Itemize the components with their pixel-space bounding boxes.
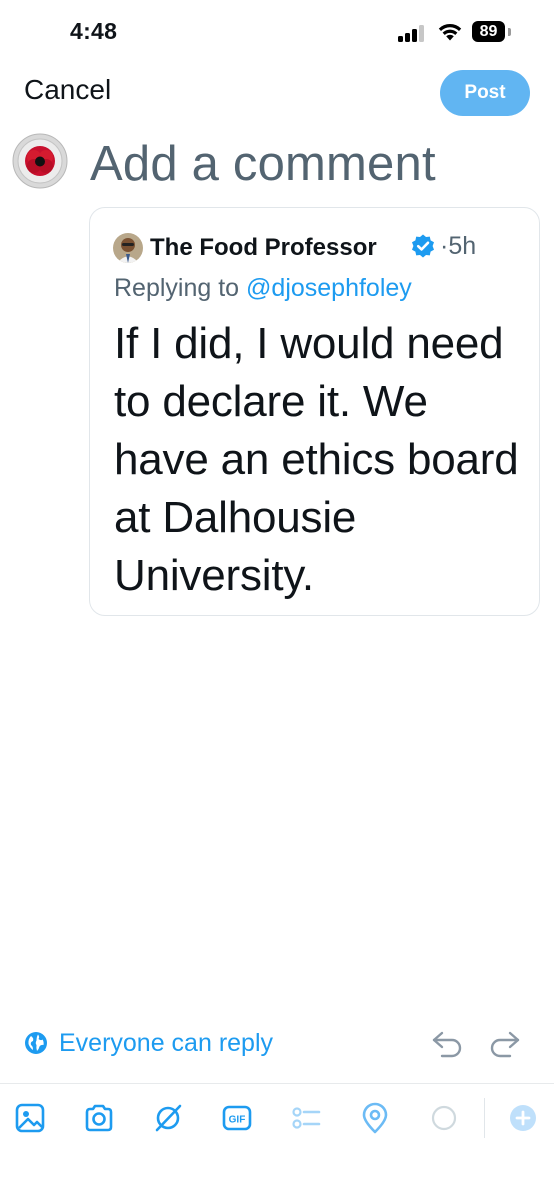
post-button[interactable]: Post: [440, 70, 530, 116]
author-avatar: [113, 233, 143, 263]
svg-text:GIF: GIF: [229, 1115, 246, 1126]
post-meta: ·5h: [440, 232, 476, 261]
quoted-post[interactable]: The Food Professor ·5h Replying to @djos…: [89, 207, 540, 616]
status-time: 4:48: [70, 18, 118, 44]
toolbar-separator: [484, 1098, 485, 1138]
cellular-signal-icon: [398, 24, 428, 42]
character-count-icon: [431, 1105, 457, 1131]
replying-to: Replying to @djosephfoley: [114, 274, 412, 303]
quoted-post-text: If I did, I would need to declare it. We…: [114, 319, 519, 600]
battery-tip: [508, 28, 511, 36]
replying-handle-link[interactable]: @djosephfoley: [246, 274, 412, 302]
add-post-icon[interactable]: [507, 1102, 539, 1134]
user-avatar[interactable]: [12, 133, 68, 189]
camera-icon[interactable]: [83, 1102, 115, 1134]
compose-input[interactable]: Add a comment: [90, 136, 436, 192]
undo-icon[interactable]: [430, 1027, 464, 1059]
wifi-icon: [438, 23, 462, 41]
image-icon[interactable]: [14, 1102, 46, 1134]
verified-badge-icon: [412, 234, 434, 258]
poll-icon[interactable]: [290, 1102, 322, 1134]
cancel-button[interactable]: Cancel: [24, 74, 111, 106]
globe-icon: [25, 1032, 47, 1054]
reply-setting-label: Everyone can reply: [59, 1029, 274, 1057]
post-time: 5h: [448, 232, 477, 260]
gif-icon[interactable]: GIF: [221, 1102, 253, 1134]
toolbar-divider: [0, 1083, 554, 1084]
grok-icon[interactable]: [152, 1102, 184, 1134]
status-bar: 4:48 89: [0, 0, 554, 66]
location-icon[interactable]: [359, 1102, 391, 1134]
redo-icon[interactable]: [488, 1027, 522, 1059]
battery-icon: 89: [472, 21, 512, 43]
battery-level: 89: [472, 21, 505, 42]
author-name: The Food Professor: [150, 234, 377, 261]
replying-prefix: Replying to: [114, 274, 247, 302]
